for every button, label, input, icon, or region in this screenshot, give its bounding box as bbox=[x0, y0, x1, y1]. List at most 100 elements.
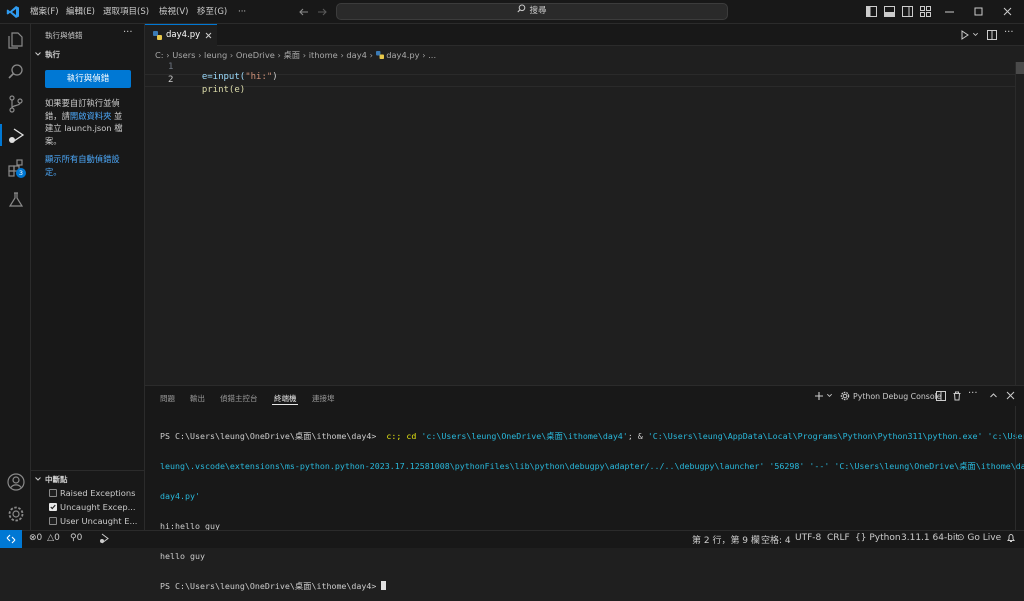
breadcrumb-item[interactable]: leung bbox=[204, 50, 227, 60]
code-line[interactable]: print(e) bbox=[191, 75, 245, 95]
code-call: print(e) bbox=[201, 85, 246, 95]
show-auto-debug-link-text[interactable]: 定。 bbox=[45, 166, 135, 179]
tab-close-icon[interactable] bbox=[205, 32, 212, 42]
search-icon[interactable] bbox=[6, 62, 26, 82]
editor-scrollbar[interactable] bbox=[1015, 62, 1024, 385]
problems-status[interactable]: ⊗0 △0 bbox=[29, 533, 60, 543]
explorer-icon[interactable] bbox=[6, 30, 26, 50]
python-interpreter[interactable]: 3.11.1 64-bit bbox=[901, 533, 959, 543]
breadcrumb-item[interactable]: OneDrive bbox=[236, 50, 275, 60]
split-editor-icon[interactable] bbox=[987, 30, 997, 43]
vscode-logo-icon[interactable] bbox=[6, 5, 20, 19]
minimize-icon[interactable] bbox=[944, 6, 955, 17]
panel-more-icon[interactable]: ··· bbox=[968, 388, 978, 399]
tab-label: day4.py bbox=[166, 30, 201, 40]
editor-more-icon[interactable]: ··· bbox=[1004, 27, 1014, 38]
breakpoints-chevron-icon[interactable] bbox=[34, 475, 42, 486]
back-arrow-icon[interactable] bbox=[298, 5, 310, 19]
error-icon: ⊗ bbox=[29, 533, 37, 543]
indentation[interactable]: 空格: 4 bbox=[761, 533, 791, 546]
end-of-line[interactable]: CRLF bbox=[827, 533, 850, 543]
breadcrumb-item[interactable]: day4 bbox=[346, 50, 367, 60]
raised-exceptions-checkbox[interactable] bbox=[49, 489, 57, 497]
close-panel-icon[interactable] bbox=[1006, 391, 1015, 403]
toggle-primary-sidebar-icon[interactable] bbox=[866, 6, 877, 17]
terminal-command: cd bbox=[406, 431, 422, 441]
breadcrumb-item[interactable]: day4.py bbox=[386, 50, 419, 60]
menu-selection[interactable]: 選取項目(S) bbox=[103, 0, 149, 24]
split-terminal-icon[interactable] bbox=[936, 391, 946, 404]
run-and-debug-icon[interactable] bbox=[6, 126, 26, 146]
editor-scrollbar-thumb[interactable] bbox=[1016, 62, 1024, 74]
ports-status[interactable]: ⚲0 bbox=[70, 533, 82, 543]
run-and-debug-button[interactable]: 執行與偵錯 bbox=[45, 70, 131, 88]
show-auto-debug-link-text[interactable]: 顯示所有自動偵錯設 bbox=[45, 153, 135, 166]
sidebar-more-icon[interactable]: ··· bbox=[123, 27, 133, 38]
remote-indicator[interactable] bbox=[0, 530, 22, 548]
account-icon[interactable] bbox=[6, 472, 26, 492]
warning-count: 0 bbox=[54, 533, 60, 543]
line-number: 2 bbox=[168, 75, 174, 85]
editor-tabs bbox=[145, 24, 1024, 46]
terminal-output[interactable]: PS C:\Users\leung\OneDrive\桌面\ithome\day… bbox=[160, 411, 1024, 601]
debug-launch-icon[interactable] bbox=[99, 533, 110, 547]
go-live[interactable]: ⊙ Go Live bbox=[957, 533, 1001, 543]
new-terminal-plus-icon[interactable] bbox=[814, 391, 824, 404]
menu-go[interactable]: 移至(G) bbox=[197, 0, 227, 24]
python-file-icon bbox=[153, 31, 162, 43]
encoding[interactable]: UTF-8 bbox=[795, 533, 821, 543]
source-control-icon[interactable] bbox=[6, 94, 26, 114]
toggle-panel-icon[interactable] bbox=[884, 6, 895, 17]
customize-layout-icon[interactable] bbox=[920, 6, 931, 17]
user-uncaught-exceptions-checkbox[interactable] bbox=[49, 517, 57, 525]
breadcrumb-item[interactable]: ... bbox=[428, 50, 436, 60]
breakpoints-header[interactable]: 中斷點 bbox=[45, 474, 68, 485]
testing-flask-icon[interactable] bbox=[6, 190, 26, 210]
menu-edit[interactable]: 編輯(E) bbox=[66, 0, 95, 24]
language-label: Python bbox=[869, 533, 901, 543]
show-auto-debug-link[interactable]: 顯示所有自動偵錯設 定。 bbox=[45, 153, 135, 178]
terminal-line: PS C:\Users\leung\OneDrive\桌面\ithome\day… bbox=[160, 581, 1015, 591]
menu-more[interactable]: ··· bbox=[238, 0, 246, 24]
panel-tab-output[interactable]: 輸出 bbox=[190, 393, 205, 404]
open-folder-link[interactable]: 開啟資料夾 bbox=[70, 111, 112, 121]
breadcrumb-separator-icon: › bbox=[277, 50, 281, 60]
breadcrumb-item[interactable]: 桌面 bbox=[283, 50, 300, 60]
uncaught-exceptions-checkbox[interactable] bbox=[49, 503, 57, 511]
breadcrumb-separator-icon: › bbox=[229, 50, 234, 60]
braces-icon: {} bbox=[855, 533, 867, 543]
kill-terminal-trash-icon[interactable] bbox=[952, 391, 962, 404]
menu-view[interactable]: 檢視(V) bbox=[159, 0, 188, 24]
panel-tab-problems[interactable]: 問題 bbox=[160, 393, 175, 404]
language-mode[interactable]: {} Python bbox=[855, 533, 901, 543]
menu-file[interactable]: 檔案(F) bbox=[30, 0, 59, 24]
run-dropdown-chevron-icon[interactable] bbox=[972, 31, 979, 41]
panel-tab-active-underline bbox=[272, 404, 298, 405]
maximize-icon[interactable] bbox=[973, 6, 984, 17]
forward-arrow-icon[interactable] bbox=[316, 5, 328, 19]
toggle-secondary-sidebar-icon[interactable] bbox=[902, 6, 913, 17]
maximize-panel-chevron-icon[interactable] bbox=[989, 391, 998, 403]
breadcrumb-item[interactable]: C: bbox=[155, 50, 164, 60]
section-chevron-icon[interactable] bbox=[34, 50, 42, 61]
search-box[interactable]: 搜尋 bbox=[336, 3, 728, 20]
uncaught-exceptions-label: Uncaught Excep... bbox=[60, 502, 136, 512]
cursor-position[interactable]: 第 2 行，第 9 欄 bbox=[692, 533, 760, 546]
terminal-line: hello guy bbox=[160, 551, 205, 561]
breadcrumb-item[interactable]: Users bbox=[172, 50, 195, 60]
panel-tab-debug-console[interactable]: 偵錯主控台 bbox=[220, 393, 258, 404]
debug-console-gear-icon[interactable] bbox=[840, 391, 850, 404]
terminal-dropdown-icon[interactable] bbox=[826, 392, 833, 402]
broadcast-icon: ⊙ bbox=[957, 533, 965, 543]
section-run-header[interactable]: 執行 bbox=[45, 49, 60, 60]
panel-tab-ports[interactable]: 連接埠 bbox=[312, 393, 335, 404]
tab-day4-py[interactable]: day4.py bbox=[145, 24, 217, 46]
terminal-scrollbar[interactable] bbox=[1015, 406, 1024, 530]
breadcrumb-item[interactable]: ithome bbox=[309, 50, 338, 60]
close-icon[interactable] bbox=[1002, 6, 1013, 17]
run-python-file-icon[interactable] bbox=[960, 30, 970, 43]
active-terminal-name[interactable]: Python Debug Console bbox=[853, 392, 942, 401]
settings-gear-icon[interactable] bbox=[6, 504, 26, 524]
panel-tab-terminal[interactable]: 終端機 bbox=[274, 393, 297, 404]
notifications-bell-icon[interactable] bbox=[1006, 533, 1016, 546]
